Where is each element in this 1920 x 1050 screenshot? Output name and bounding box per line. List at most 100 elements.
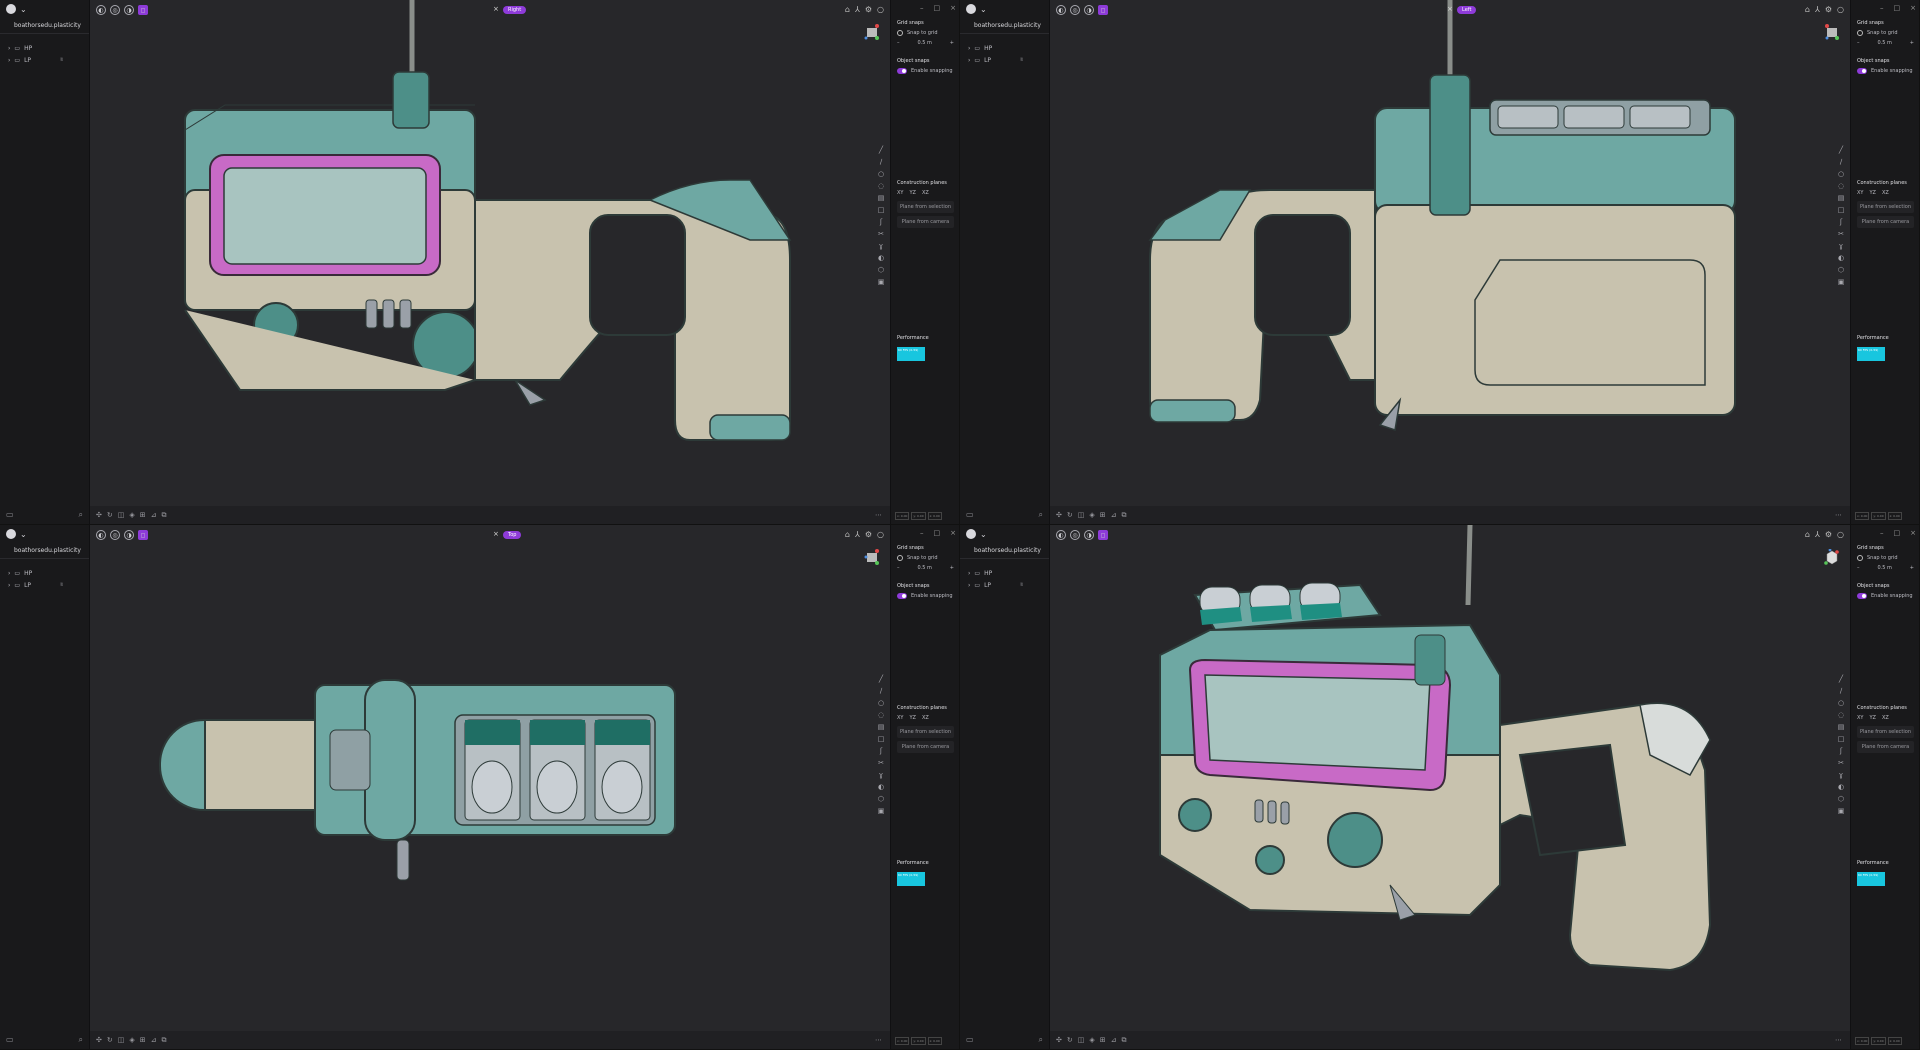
plus-icon[interactable]: + (950, 40, 954, 46)
plus-icon[interactable]: + (1910, 565, 1914, 571)
render-mode-icon[interactable]: ◐ (96, 530, 106, 540)
move-icon[interactable]: ✣ (1056, 1036, 1062, 1044)
tag-icon[interactable]: ◈ (1089, 1036, 1094, 1044)
camera-mode-icon[interactable]: ◻ (138, 5, 148, 15)
cube-tool-icon[interactable]: ⬡ (878, 795, 884, 803)
shading-icon[interactable]: ◑ (124, 5, 134, 15)
navcube-icon[interactable] (1824, 24, 1840, 40)
scale-icon[interactable]: ◫ (118, 511, 125, 519)
outliner-folder-lp[interactable]: › ▭ LP ʬ (960, 54, 1049, 66)
rotate-icon[interactable]: ↻ (107, 511, 113, 519)
minimize-icon[interactable]: – (920, 4, 924, 12)
plane-from-camera-button[interactable]: Plane from camera (897, 216, 954, 228)
viewport[interactable]: ◐ ◎ ◑ ◻ ⌂ ⅄ ⚙ ○ ╱ ∕ ○ ◌ ▤ □ ʃ ✂ ɣ ◐ ⬡ ▣ ✣ ↻ ◫ ◈ ⊞ ⊿ ⧉ ⋯ (1050, 525, 1850, 1049)
box-tool-icon[interactable]: ▣ (1838, 807, 1845, 815)
grid-tool-icon[interactable]: ▤ (878, 194, 885, 202)
maximize-icon[interactable]: □ (934, 529, 941, 537)
xray-icon[interactable]: ◎ (1070, 5, 1080, 15)
scissor-tool-icon[interactable]: ✂ (1838, 230, 1844, 238)
circle-icon[interactable]: ○ (877, 530, 884, 539)
grid-value-stepper[interactable]: – 0.5 m + (897, 565, 954, 571)
rect-tool-icon[interactable]: □ (878, 735, 885, 743)
scissor-tool-icon[interactable]: ✂ (1838, 759, 1844, 767)
camera-mode-icon[interactable]: ◻ (138, 530, 148, 540)
xray-icon[interactable]: ◎ (110, 530, 120, 540)
render-mode-icon[interactable]: ◐ (1056, 5, 1066, 15)
scale-icon[interactable]: ◫ (1078, 1036, 1085, 1044)
more-icon[interactable]: ⋯ (1835, 511, 1842, 519)
hidden-eye-icon[interactable]: ʬ (60, 57, 63, 63)
snap-icon[interactable]: ⊞ (140, 511, 146, 519)
copy-icon[interactable]: ⧉ (162, 511, 167, 520)
bend-tool-icon[interactable]: ɣ (1839, 242, 1843, 250)
close-icon[interactable]: × (493, 530, 499, 538)
cube-tool-icon[interactable]: ⬡ (878, 266, 884, 274)
circle-tool-icon[interactable]: ○ (1838, 699, 1844, 707)
copy-icon[interactable]: ⧉ (1122, 511, 1127, 520)
close-icon[interactable]: × (493, 5, 499, 13)
half-circle-icon[interactable]: ◐ (1838, 783, 1844, 791)
move-icon[interactable]: ✣ (1056, 511, 1062, 519)
outliner-folder-hp[interactable]: › ▭ HP (960, 42, 1049, 54)
spiral-tool-icon[interactable]: ʃ (1840, 747, 1842, 755)
close-window-icon[interactable]: × (950, 4, 956, 12)
move-icon[interactable]: ✣ (96, 511, 102, 519)
render-mode-icon[interactable]: ◐ (96, 5, 106, 15)
plane-xz[interactable]: XZ (922, 190, 929, 196)
curve-tool-icon[interactable]: ∕ (1840, 687, 1842, 695)
viewport[interactable]: ◐ ◎ ◑ ◻ × Left ⌂ ⅄ ⚙ ○ ╱ ∕ ○ ◌ ▤ □ ʃ ✂ ɣ ◐ ⬡ ▣ ✣ ↻ ◫ ◈ ⊞ ⊿ ⧉ ⋯ (1050, 0, 1850, 524)
gear-icon[interactable]: ⚙ (865, 530, 872, 539)
building-icon[interactable]: ⌂ (1805, 530, 1810, 539)
enable-snapping-toggle[interactable]: Enable snapping (891, 591, 959, 601)
plus-icon[interactable]: + (1910, 40, 1914, 46)
plane-xz[interactable]: XZ (1882, 190, 1889, 196)
bend-tool-icon[interactable]: ɣ (879, 242, 883, 250)
circle-icon[interactable]: ○ (1837, 5, 1844, 14)
viewport[interactable]: ◐ ◎ ◑ ◻ × Right ⌂ ⅄ ⚙ ○ ╱ ∕ ○ ◌ ▤ □ ʃ ✂ ɣ ◐ ⬡ ▣ ✣ ↻ ◫ ◈ ⊞ ⊿ ⧉ ⋯ (90, 0, 890, 524)
snap-to-grid-option[interactable]: Snap to grid (891, 553, 959, 563)
arc-tool-icon[interactable]: ◌ (1838, 711, 1844, 719)
view-badge[interactable]: Right (503, 6, 527, 14)
outliner-folder-hp[interactable]: › ▭ HP (0, 567, 89, 579)
line-tool-icon[interactable]: ╱ (879, 675, 883, 683)
navcube-icon[interactable] (1824, 549, 1840, 565)
grid-tool-icon[interactable]: ▤ (878, 723, 885, 731)
line-tool-icon[interactable]: ╱ (879, 146, 883, 154)
enable-snapping-toggle[interactable]: Enable snapping (891, 66, 959, 76)
ruler-icon[interactable]: ⊿ (151, 511, 157, 519)
rect-tool-icon[interactable]: □ (1838, 206, 1845, 214)
plane-from-selection-button[interactable]: Plane from selection (1857, 201, 1914, 213)
outliner-folder-lp[interactable]: › ▭ LP ʬ (960, 579, 1049, 591)
curve-tool-icon[interactable]: ∕ (880, 158, 882, 166)
rotate-icon[interactable]: ↻ (1067, 511, 1073, 519)
bend-tool-icon[interactable]: ɣ (879, 771, 883, 779)
rect-tool-icon[interactable]: □ (878, 206, 885, 214)
navcube-icon[interactable] (864, 24, 880, 40)
hidden-eye-icon[interactable]: ʬ (60, 582, 63, 588)
arc-tool-icon[interactable]: ◌ (878, 182, 884, 190)
search-icon[interactable]: ⌕ (1039, 1035, 1043, 1045)
spiral-tool-icon[interactable]: ʃ (880, 747, 882, 755)
enable-snapping-toggle[interactable]: Enable snapping (1851, 66, 1919, 76)
box-tool-icon[interactable]: ▣ (878, 807, 885, 815)
minimize-icon[interactable]: – (1880, 4, 1884, 12)
snap-to-grid-option[interactable]: Snap to grid (1851, 553, 1919, 563)
minus-icon[interactable]: – (1857, 565, 1860, 571)
camera-mode-icon[interactable]: ◻ (1098, 530, 1108, 540)
folder-open-icon[interactable]: ▭ (6, 510, 14, 520)
grid-value-stepper[interactable]: – 0.5 m + (1857, 565, 1914, 571)
plane-yz[interactable]: YZ (909, 190, 915, 196)
move-icon[interactable]: ✣ (96, 1036, 102, 1044)
building-icon[interactable]: ⌂ (1805, 5, 1810, 14)
view-badge[interactable]: Top (503, 531, 522, 539)
rotate-icon[interactable]: ↻ (1067, 1036, 1073, 1044)
render-mode-icon[interactable]: ◐ (1056, 530, 1066, 540)
hidden-eye-icon[interactable]: ʬ (1020, 57, 1023, 63)
line-tool-icon[interactable]: ╱ (1839, 675, 1843, 683)
cube-tool-icon[interactable]: ⬡ (1838, 266, 1844, 274)
snap-icon[interactable]: ⊞ (140, 1036, 146, 1044)
axes-icon[interactable]: ⅄ (1815, 5, 1820, 14)
snap-to-grid-option[interactable]: Snap to grid (1851, 28, 1919, 38)
camera-mode-icon[interactable]: ◻ (1098, 5, 1108, 15)
plane-xy[interactable]: XY (1857, 190, 1863, 196)
